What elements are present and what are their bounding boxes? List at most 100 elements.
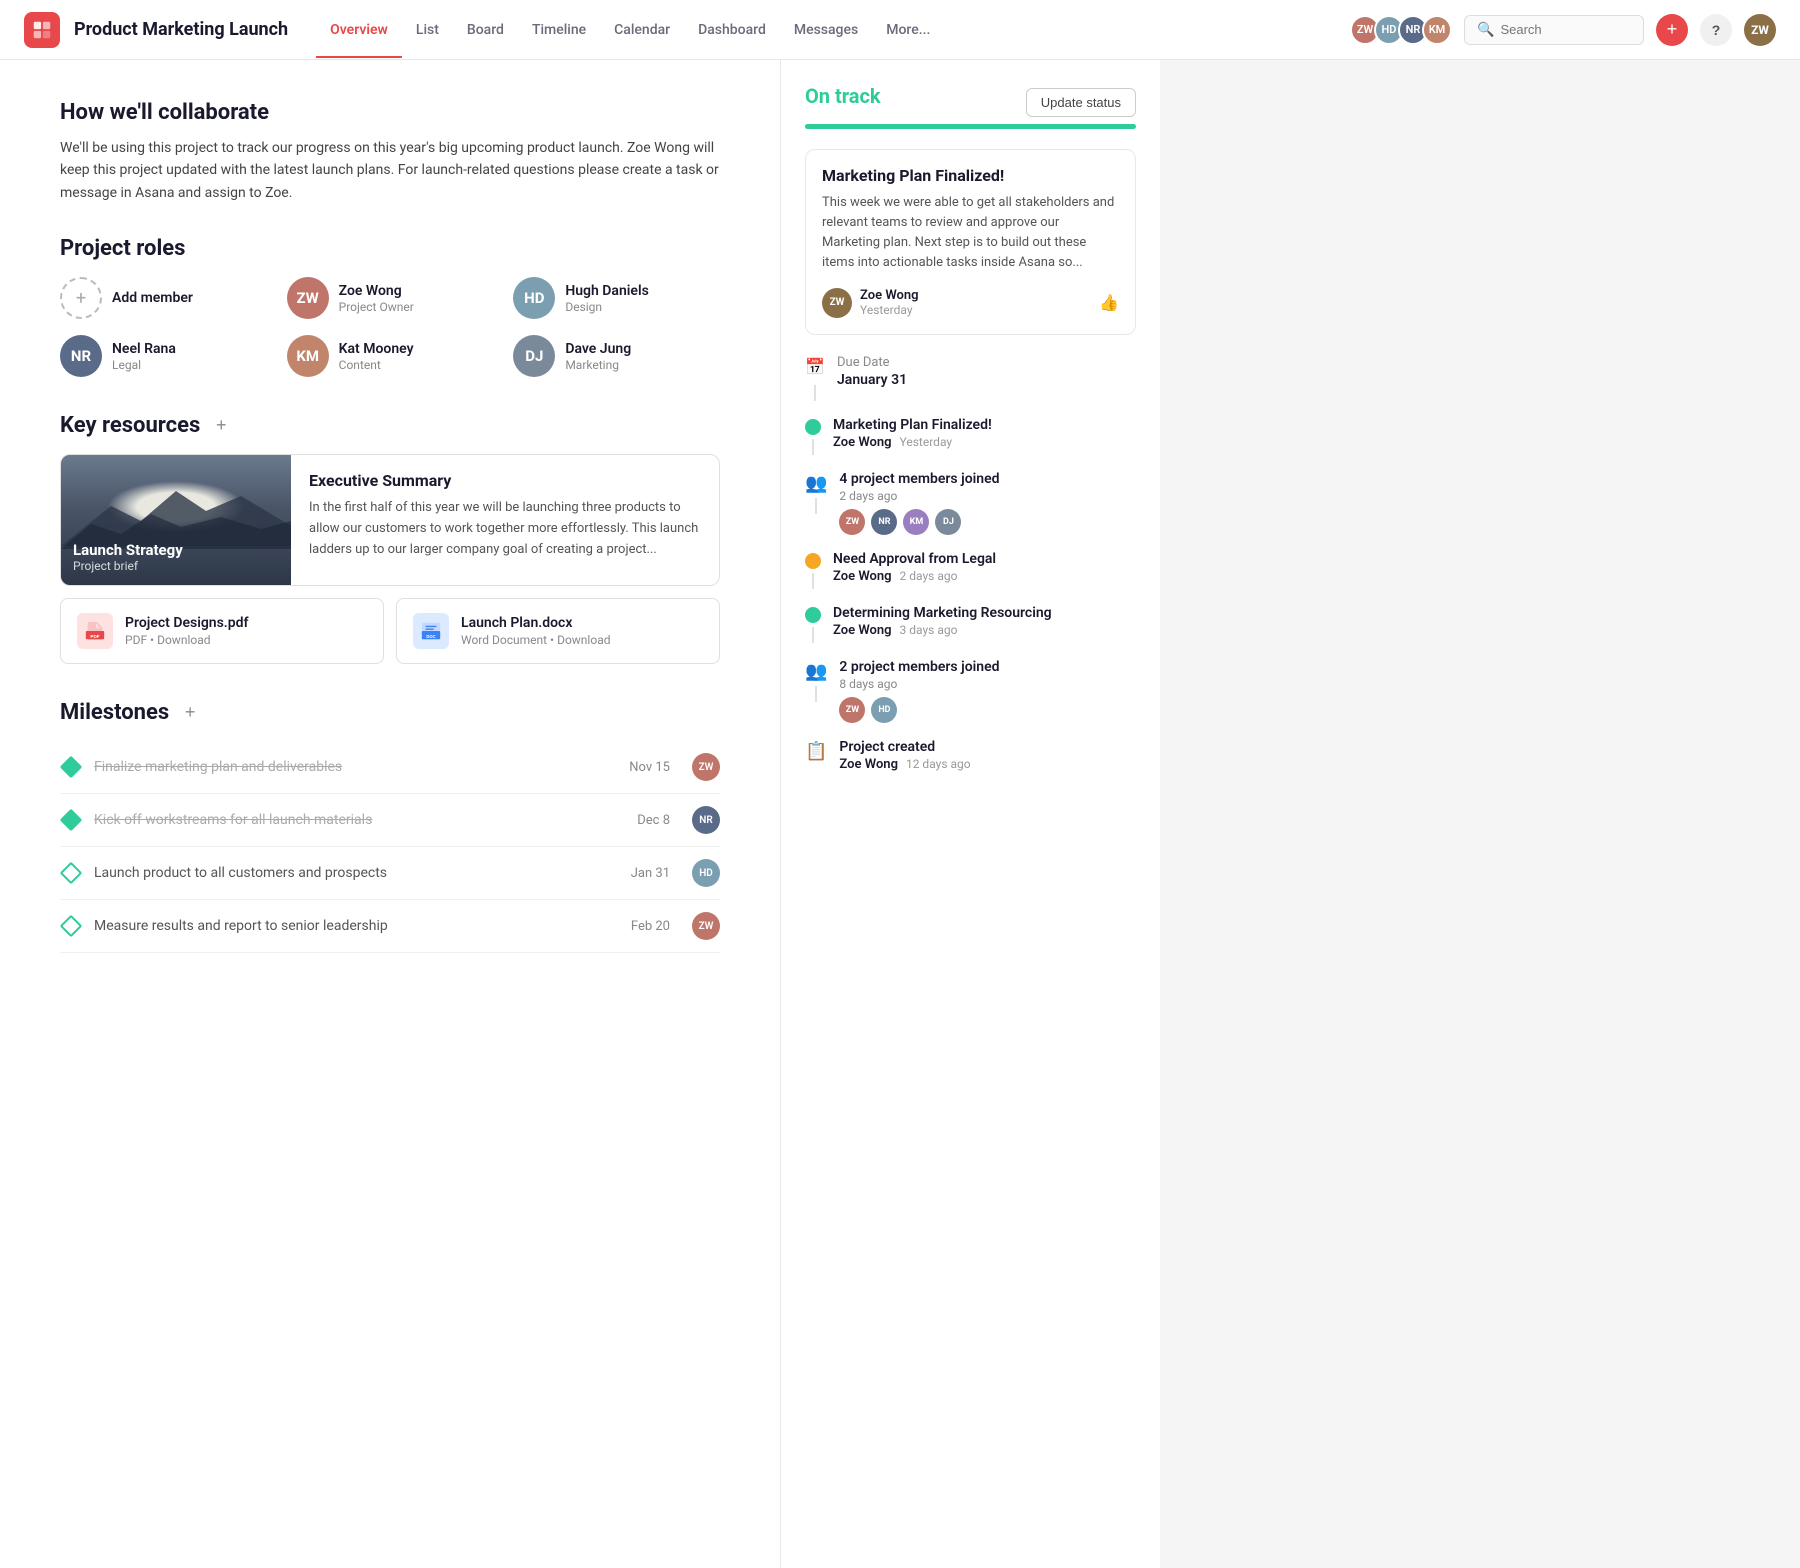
- tl-item-5: 👥 2 project members joined 8 days ago ZW…: [805, 659, 1136, 723]
- search-icon: 🔍: [1477, 22, 1494, 38]
- tl-meta-4: Zoe Wong 3 days ago: [833, 623, 1136, 638]
- collaboration-section: How we'll collaborate We'll be using thi…: [60, 100, 720, 204]
- tl-avatar-2-2: NR: [871, 509, 897, 535]
- role-avatar-dave: DJ: [513, 335, 555, 377]
- tab-list[interactable]: List: [402, 2, 453, 58]
- tl-user-3: Zoe Wong: [833, 569, 892, 584]
- status-update-user-name: Zoe Wong: [860, 288, 919, 303]
- main-layout: How we'll collaborate We'll be using thi…: [0, 60, 1800, 1568]
- search-box[interactable]: 🔍: [1464, 15, 1644, 45]
- tl-content-4: Determining Marketing Resourcing Zoe Won…: [833, 605, 1136, 640]
- milestone-name-4: Measure results and report to senior lea…: [94, 918, 619, 934]
- tl-icon-col-1: [805, 417, 821, 455]
- tl-avatar-2-4: DJ: [935, 509, 961, 535]
- search-input[interactable]: [1500, 22, 1631, 37]
- role-hugh-daniels: HD Hugh Daniels Design: [513, 277, 720, 319]
- tl-time-4: 3 days ago: [900, 623, 958, 637]
- milestone-date-3: Jan 31: [631, 866, 670, 881]
- status-bar: [805, 124, 1136, 129]
- tl-title-6: Project created: [839, 739, 1136, 755]
- tl-user-1: Zoe Wong: [833, 435, 892, 450]
- file-doc[interactable]: DOC Launch Plan.docx Word Document • Dow…: [396, 598, 720, 664]
- role-avatar-zoe: ZW: [287, 277, 329, 319]
- calendar-icon: 📅: [805, 357, 825, 377]
- file-pdf-info: Project Designs.pdf PDF • Download: [125, 615, 249, 647]
- tab-more[interactable]: More...: [872, 2, 944, 58]
- tl-item-1: Marketing Plan Finalized! Zoe Wong Yeste…: [805, 417, 1136, 455]
- tl-icon-col-6: 📋: [805, 739, 827, 762]
- tl-avatar-5-2: HD: [871, 697, 897, 723]
- top-navigation: Product Marketing Launch Overview List B…: [0, 0, 1800, 60]
- tl-item-2: 👥 4 project members joined 2 days ago ZW…: [805, 471, 1136, 535]
- role-label-neel: Legal: [112, 358, 176, 372]
- add-resource-button[interactable]: +: [210, 415, 232, 437]
- featured-resource-card[interactable]: Launch Strategy Project brief Executive …: [60, 454, 720, 586]
- role-neel-rana: NR Neel Rana Legal: [60, 335, 267, 377]
- svg-text:PDF: PDF: [90, 634, 99, 639]
- user-avatar[interactable]: ZW: [1744, 14, 1776, 46]
- milestone-2[interactable]: Kick off workstreams for all launch mate…: [60, 794, 720, 847]
- file-pdf-meta: PDF • Download: [125, 633, 249, 647]
- due-date-value: January 31: [837, 372, 907, 388]
- milestone-4[interactable]: Measure results and report to senior lea…: [60, 900, 720, 953]
- tab-overview[interactable]: Overview: [316, 2, 402, 58]
- milestone-3[interactable]: Launch product to all customers and pros…: [60, 847, 720, 900]
- tl-title-4: Determining Marketing Resourcing: [833, 605, 1136, 621]
- tl-meta-3: Zoe Wong 2 days ago: [833, 569, 1136, 584]
- tl-content-1: Marketing Plan Finalized! Zoe Wong Yeste…: [833, 417, 1136, 452]
- add-member-item[interactable]: + Add member: [60, 277, 267, 319]
- tab-dashboard[interactable]: Dashboard: [684, 2, 780, 58]
- tl-avatar-2-1: ZW: [839, 509, 865, 535]
- role-kat-mooney: KM Kat Mooney Content: [287, 335, 494, 377]
- like-button[interactable]: 👍: [1099, 293, 1119, 313]
- milestone-name-1: Finalize marketing plan and deliverables: [94, 759, 617, 775]
- milestone-date-4: Feb 20: [631, 919, 670, 934]
- tl-dot-4: [805, 607, 821, 623]
- milestone-name-2: Kick off workstreams for all launch mate…: [94, 812, 625, 828]
- resources-header: Key resources +: [60, 413, 720, 438]
- tl-item-4: Determining Marketing Resourcing Zoe Won…: [805, 605, 1136, 643]
- tl-dot-3: [805, 553, 821, 569]
- role-name-zoe: Zoe Wong: [339, 283, 414, 299]
- tab-messages[interactable]: Messages: [780, 2, 872, 58]
- tl-created-icon: 📋: [805, 741, 827, 762]
- tab-board[interactable]: Board: [453, 2, 518, 58]
- tab-timeline[interactable]: Timeline: [518, 2, 600, 58]
- status-update-user: ZW Zoe Wong Yesterday: [822, 288, 919, 318]
- tl-members-icon-2: 👥: [805, 661, 827, 682]
- resources-section: Key resources + Launch Strategy: [60, 413, 720, 664]
- status-update-footer: ZW Zoe Wong Yesterday 👍: [822, 288, 1119, 318]
- activity-timeline: Marketing Plan Finalized! Zoe Wong Yeste…: [805, 417, 1136, 774]
- member-avatar-4[interactable]: KM: [1422, 15, 1452, 45]
- file-pdf[interactable]: PDF Project Designs.pdf PDF • Download: [60, 598, 384, 664]
- milestone-avatar-2: NR: [692, 806, 720, 834]
- help-button[interactable]: ?: [1700, 14, 1732, 46]
- tl-time-6: 12 days ago: [906, 757, 971, 771]
- milestones-title: Milestones: [60, 700, 169, 725]
- status-update-title: Marketing Plan Finalized!: [822, 166, 1119, 185]
- due-label: Due Date: [837, 355, 907, 370]
- tl-dot-1: [805, 419, 821, 435]
- milestone-icon-1: [60, 756, 82, 778]
- add-member-label: Add member: [112, 290, 193, 306]
- svg-text:DOC: DOC: [426, 634, 435, 639]
- status-update-user-info: Zoe Wong Yesterday: [860, 288, 919, 317]
- member-avatars: ZW HD NR KM: [1350, 15, 1452, 45]
- project-title: Product Marketing Launch: [74, 19, 288, 40]
- add-member-icon[interactable]: +: [60, 277, 102, 319]
- milestone-date-2: Dec 8: [637, 813, 670, 828]
- milestone-1[interactable]: Finalize marketing plan and deliverables…: [60, 741, 720, 794]
- tl-time-2: 2 days ago: [839, 489, 1136, 503]
- resource-content-text: In the first half of this year we will b…: [309, 498, 701, 560]
- tl-avatars-2: ZW NR KM DJ: [839, 509, 1136, 535]
- add-button[interactable]: +: [1656, 14, 1688, 46]
- tl-icon-col-4: [805, 605, 821, 643]
- tl-title-3: Need Approval from Legal: [833, 551, 1136, 567]
- tab-calendar[interactable]: Calendar: [600, 2, 684, 58]
- tl-time-3: 2 days ago: [900, 569, 958, 583]
- update-status-button[interactable]: Update status: [1026, 88, 1136, 117]
- role-zoe-wong: ZW Zoe Wong Project Owner: [287, 277, 494, 319]
- add-milestone-button[interactable]: +: [179, 702, 201, 724]
- resource-files: PDF Project Designs.pdf PDF • Download D…: [60, 598, 720, 664]
- file-pdf-name: Project Designs.pdf: [125, 615, 249, 631]
